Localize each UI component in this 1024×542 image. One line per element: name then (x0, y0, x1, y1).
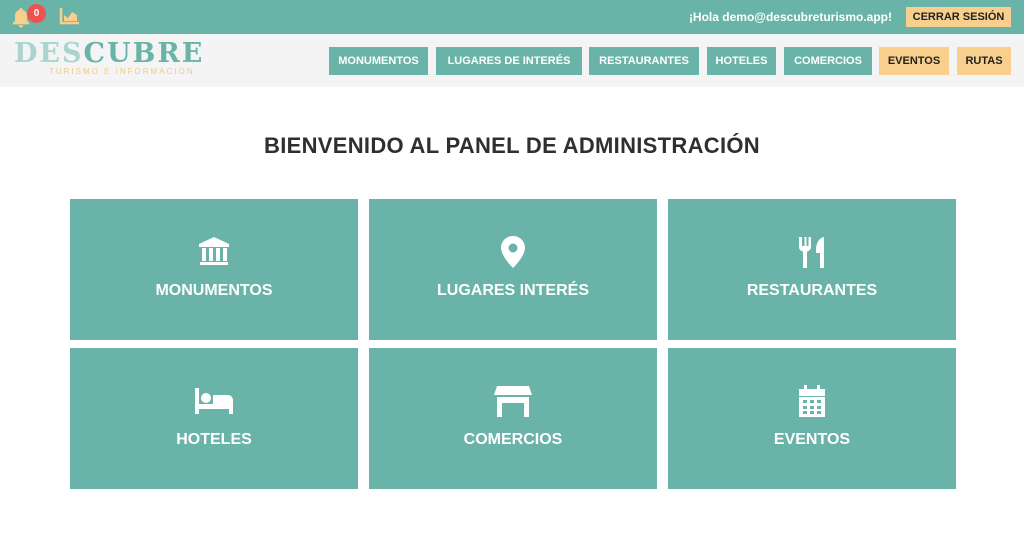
brand-logo[interactable]: DESCUBRE TURISMO E INFORMACIÓN (14, 38, 205, 77)
bed-icon (70, 384, 358, 418)
main-header: DESCUBRE TURISMO E INFORMACIÓN MONUMENTO… (0, 34, 1024, 87)
card-label: COMERCIOS (463, 431, 563, 448)
chart-icon[interactable] (59, 6, 81, 26)
nav-monumentos[interactable]: MONUMENTOS (329, 47, 428, 75)
logo-wordmark: DESCUBRE (14, 38, 205, 69)
nav-rutas[interactable]: RUTAS (957, 47, 1011, 75)
top-bar: 0 ¡Hola demo@descubreturismo.app! CERRAR… (0, 0, 1024, 34)
nav-eventos[interactable]: EVENTOS (879, 47, 949, 75)
nav-restaurantes[interactable]: RESTAURANTES (589, 47, 699, 75)
page-title: BIENVENIDO AL PANEL DE ADMINISTRACIÓN (264, 133, 760, 158)
card-label: MONUMENTOS (155, 282, 273, 299)
logout-button[interactable]: CERRAR SESIÓN (906, 7, 1011, 27)
nav-lugares-de-interes[interactable]: LUGARES DE INTERÉS (436, 47, 582, 75)
nav-hoteles[interactable]: HOTELES (707, 47, 776, 75)
card-label: LUGARES INTERÉS (436, 282, 589, 299)
utensils-icon (668, 235, 956, 269)
card-label: RESTAURANTES (746, 282, 878, 299)
map-pin-icon (369, 235, 657, 269)
card-hoteles[interactable]: HOTELES (70, 348, 358, 489)
user-greeting: ¡Hola demo@descubreturismo.app! (688, 10, 892, 24)
store-icon (369, 384, 657, 418)
card-comercios[interactable]: COMERCIOS (369, 348, 657, 489)
calendar-icon (668, 384, 956, 418)
card-eventos[interactable]: EVENTOS (668, 348, 956, 489)
notification-badge: 0 (27, 4, 46, 23)
card-label: HOTELES (176, 431, 252, 448)
card-label: EVENTOS (773, 431, 851, 448)
nav-comercios[interactable]: COMERCIOS (784, 47, 872, 75)
card-monumentos[interactable]: MONUMENTOS (70, 199, 358, 340)
card-restaurantes[interactable]: RESTAURANTES (668, 199, 956, 340)
card-lugares-interes[interactable]: LUGARES INTERÉS (369, 199, 657, 340)
landmark-icon (70, 235, 358, 269)
logo-subtitle: TURISMO E INFORMACIÓN (49, 67, 195, 76)
